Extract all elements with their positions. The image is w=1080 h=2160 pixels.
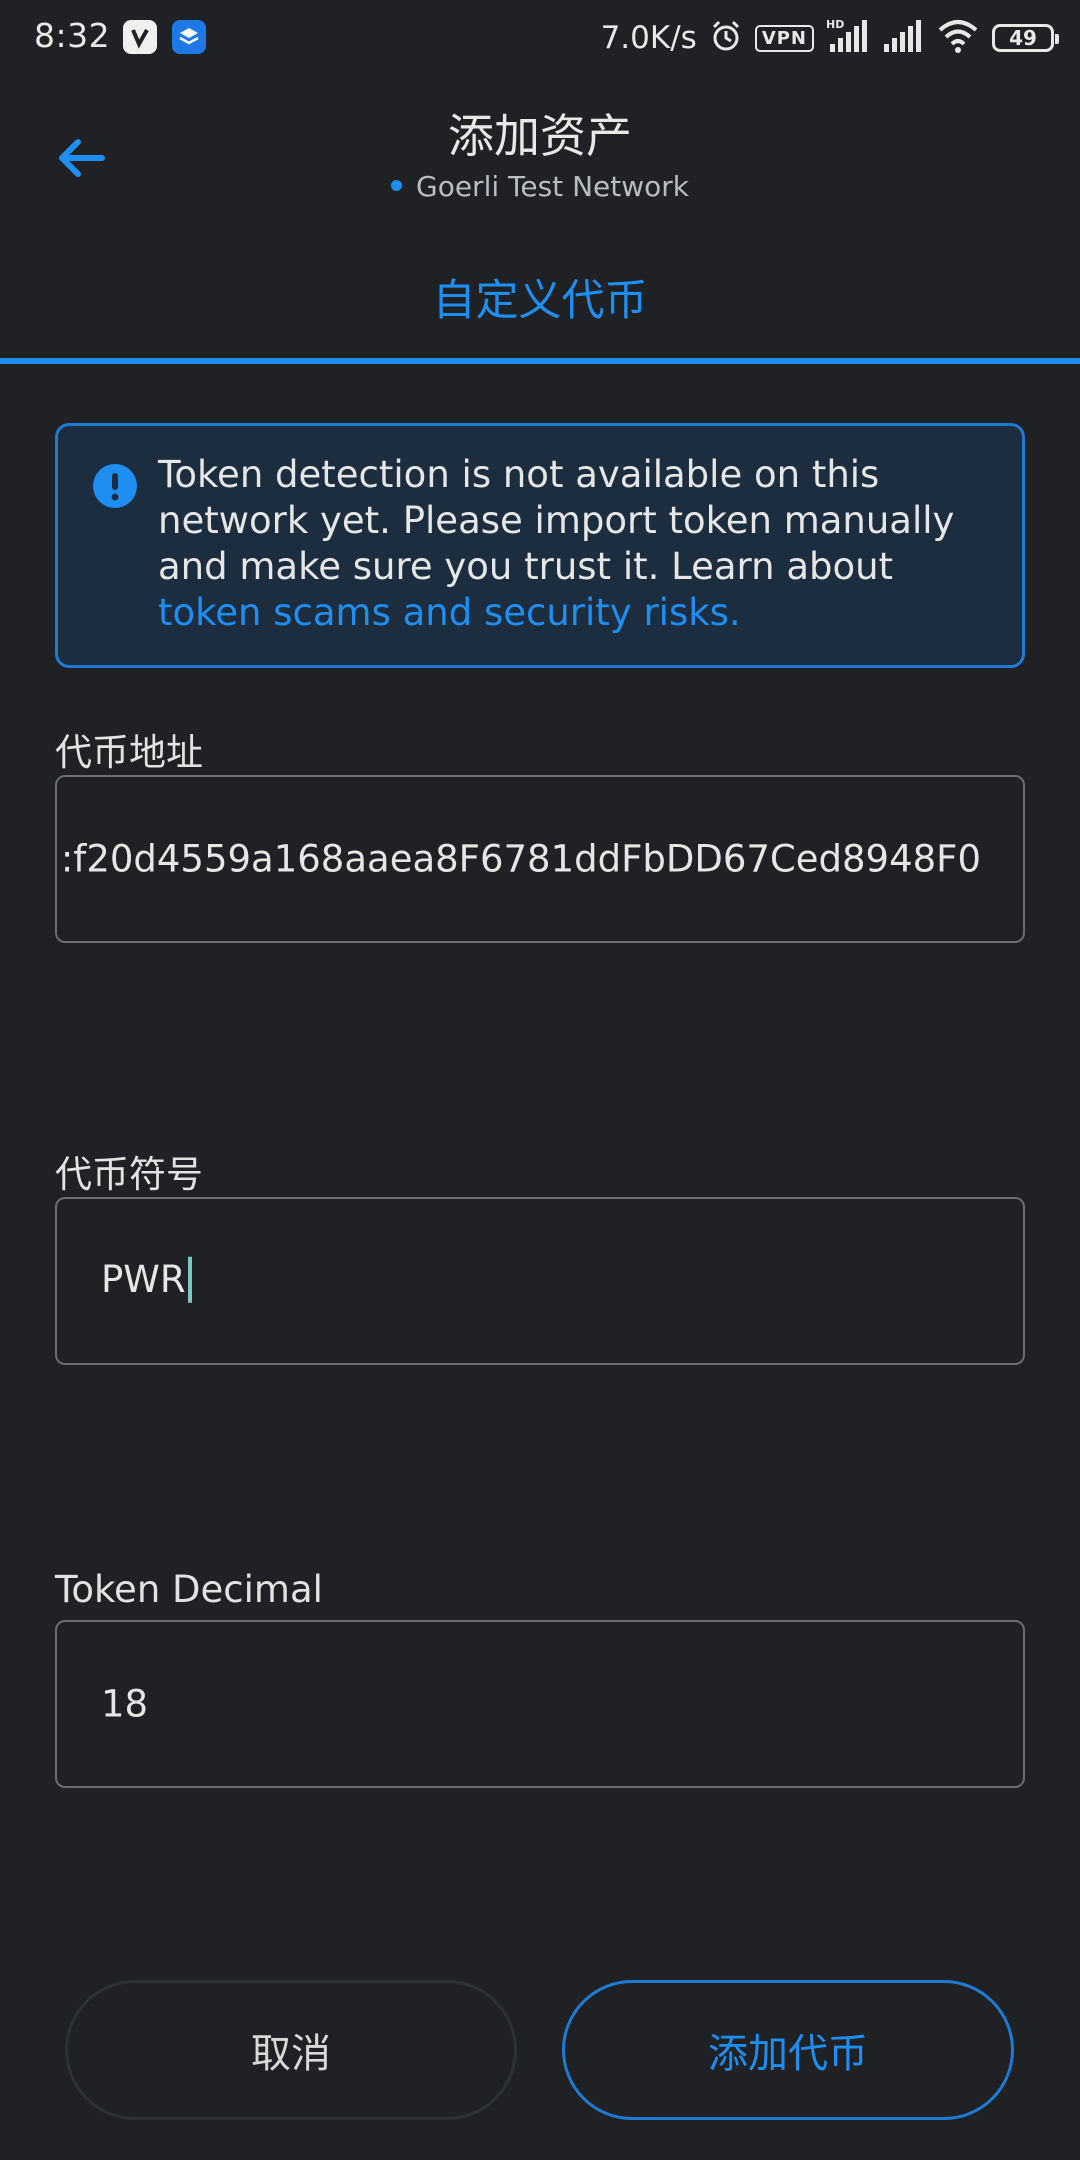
battery-indicator: 49 bbox=[992, 24, 1059, 52]
add-token-button[interactable]: 添加代币 bbox=[562, 1980, 1014, 2120]
signal-icon bbox=[882, 18, 924, 58]
wifi-icon bbox=[936, 18, 980, 58]
token-symbol-label: 代币符号 bbox=[55, 1153, 203, 1196]
token-symbol-field: PWR bbox=[101, 1256, 192, 1305]
token-detection-alert: Token detection is not available on this… bbox=[55, 423, 1025, 668]
token-symbol-value: PWR bbox=[101, 1257, 186, 1301]
token-address-value: :f20d4559a168aaea8F6781ddFbDD67Ced8948F0 bbox=[60, 837, 981, 881]
tab-custom-token[interactable]: 自定义代币 bbox=[0, 266, 1080, 328]
status-indicators: 7.0K/s VPN HD 49 bbox=[600, 14, 1059, 62]
vpn-badge: VPN bbox=[754, 24, 814, 52]
cancel-button[interactable]: 取消 bbox=[65, 1980, 517, 2120]
token-address-input[interactable]: :f20d4559a168aaea8F6781ddFbDD67Ced8948F0 bbox=[55, 775, 1025, 943]
status-time: 8:32 bbox=[34, 16, 111, 55]
app-layers-icon bbox=[172, 20, 206, 54]
token-scams-link[interactable]: token scams and security risks. bbox=[158, 591, 741, 634]
text-cursor bbox=[187, 1256, 192, 1303]
app-header: 添加资产 Goerli Test Network bbox=[0, 78, 1080, 228]
exclamation-circle-icon bbox=[93, 464, 137, 508]
network-indicator[interactable]: Goerli Test Network bbox=[0, 170, 1080, 203]
token-decimal-label: Token Decimal bbox=[55, 1568, 323, 1611]
token-decimal-input[interactable]: 18 bbox=[55, 1620, 1025, 1788]
net-speed: 7.0K/s bbox=[600, 20, 697, 56]
signal-hd-icon: HD bbox=[826, 18, 870, 58]
token-decimal-value: 18 bbox=[101, 1682, 149, 1726]
network-name: Goerli Test Network bbox=[416, 170, 689, 203]
token-symbol-input[interactable]: PWR bbox=[55, 1197, 1025, 1365]
alert-message: Token detection is not available on this… bbox=[158, 452, 992, 636]
alarm-icon bbox=[709, 19, 743, 57]
page-title: 添加资产 bbox=[448, 109, 632, 163]
svg-text:HD: HD bbox=[826, 18, 844, 31]
tab-bar: 自定义代币 bbox=[0, 228, 1080, 364]
tab-active-indicator bbox=[0, 358, 1080, 364]
add-asset-screen: 8:32 7.0K/s VPN HD 49 添加资产 Goerli Test N… bbox=[0, 0, 1080, 2160]
token-address-label: 代币地址 bbox=[55, 731, 203, 774]
alert-text: Token detection is not available on this… bbox=[158, 453, 955, 588]
status-bar: 8:32 7.0K/s VPN HD 49 bbox=[0, 0, 1080, 78]
network-status-dot bbox=[391, 179, 402, 191]
app-v-icon bbox=[123, 20, 157, 54]
